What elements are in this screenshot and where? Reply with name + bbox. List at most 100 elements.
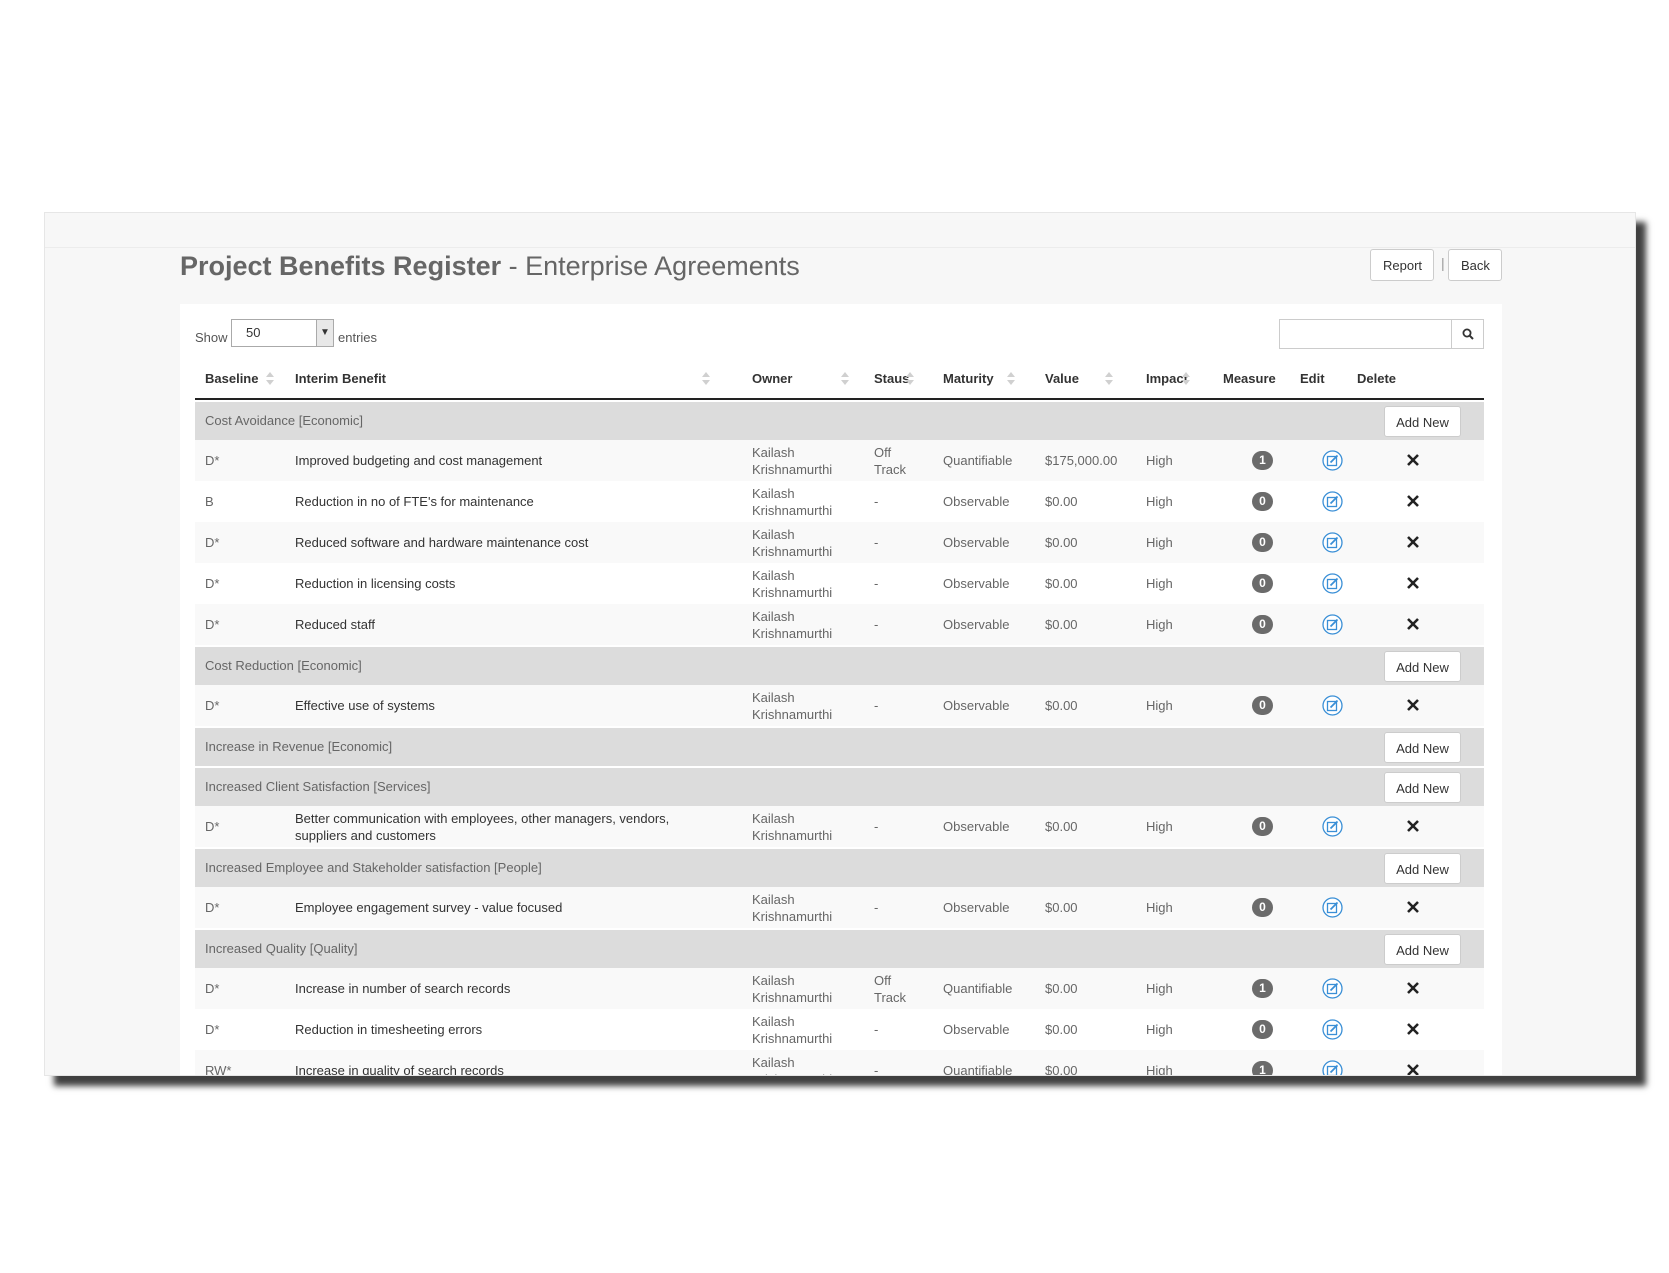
- benefits-table: Baseline Interim Benefit Owner Staus Mat…: [195, 360, 1484, 1076]
- measure-count-badge[interactable]: 0: [1252, 817, 1273, 836]
- edit-icon[interactable]: [1322, 816, 1343, 837]
- delete-x-icon[interactable]: [1405, 575, 1421, 591]
- table-row: D* Reduction in timesheeting errors Kailas…: [195, 1009, 1484, 1050]
- impact-cell: High: [1146, 576, 1173, 591]
- measure-count-badge[interactable]: 1: [1252, 979, 1273, 998]
- measure-count-badge[interactable]: 0: [1252, 574, 1273, 593]
- delete-x-icon[interactable]: [1405, 1062, 1421, 1076]
- delete-x-icon[interactable]: [1405, 493, 1421, 509]
- delete-x-icon[interactable]: [1405, 899, 1421, 915]
- measure-count-badge[interactable]: 0: [1252, 898, 1273, 917]
- back-button[interactable]: Back: [1448, 249, 1502, 281]
- col-header-status[interactable]: Staus: [874, 360, 909, 398]
- add-new-button[interactable]: Add New: [1384, 651, 1461, 682]
- table-row: D* Effective use of systems Kailash Krishn…: [195, 685, 1484, 726]
- add-new-button[interactable]: Add New: [1384, 732, 1461, 763]
- impact-cell: High: [1146, 535, 1173, 550]
- chevron-down-icon[interactable]: ▼: [316, 320, 333, 346]
- maturity-cell: Observable: [943, 698, 1010, 713]
- delete-x-icon[interactable]: [1405, 697, 1421, 713]
- col-header-owner[interactable]: Owner: [752, 360, 792, 398]
- baseline-cell: D*: [205, 535, 220, 550]
- delete-x-icon[interactable]: [1405, 452, 1421, 468]
- status-cell: -: [874, 900, 879, 915]
- measure-count-badge[interactable]: 0: [1252, 696, 1273, 715]
- page-length-value: 50: [246, 325, 261, 340]
- interim-benefit-cell: Reduction in licensing costs: [295, 576, 456, 591]
- col-header-maturity[interactable]: Maturity: [943, 360, 994, 398]
- status-cell: -: [874, 1063, 879, 1076]
- add-new-button[interactable]: Add New: [1384, 406, 1461, 437]
- delete-x-icon[interactable]: [1405, 1021, 1421, 1037]
- impact-cell: High: [1146, 698, 1173, 713]
- value-cell: $0.00: [1045, 819, 1078, 834]
- status-cell: -: [874, 535, 879, 550]
- owner-cell: Kailash Krishnamurthi: [752, 609, 833, 641]
- impact-cell: High: [1146, 900, 1173, 915]
- col-header-interim-benefit[interactable]: Interim Benefit: [295, 360, 386, 398]
- baseline-cell: D*: [205, 698, 220, 713]
- sort-icon[interactable]: [1105, 372, 1113, 386]
- interim-benefit-cell: Reduction in timesheeting errors: [295, 1022, 483, 1037]
- measure-count-badge[interactable]: 0: [1252, 1020, 1273, 1039]
- delete-x-icon[interactable]: [1405, 534, 1421, 550]
- impact-cell: High: [1146, 819, 1173, 834]
- delete-x-icon[interactable]: [1405, 616, 1421, 632]
- search-button[interactable]: [1451, 319, 1484, 349]
- status-cell: -: [874, 576, 879, 591]
- baseline-cell: D*: [205, 819, 220, 834]
- col-header-delete: Delete: [1357, 371, 1397, 386]
- search-input[interactable]: [1279, 319, 1452, 349]
- sort-icon[interactable]: [266, 372, 274, 386]
- sort-icon[interactable]: [906, 372, 914, 386]
- maturity-cell: Quantifiable: [943, 1063, 1013, 1076]
- top-bar: [45, 213, 1635, 248]
- measure-count-badge[interactable]: 0: [1252, 615, 1273, 634]
- owner-cell: Kailash Krishnamurthi: [752, 1055, 832, 1075]
- sort-icon[interactable]: [1182, 372, 1190, 386]
- edit-icon[interactable]: [1322, 491, 1343, 512]
- group-row: Increased Quality [Quality] Add New: [195, 930, 1484, 968]
- sort-icon[interactable]: [702, 372, 710, 386]
- maturity-cell: Observable: [943, 1022, 1010, 1037]
- edit-icon[interactable]: [1322, 614, 1343, 635]
- col-header-baseline[interactable]: Baseline: [205, 360, 258, 398]
- measure-count-badge[interactable]: 1: [1252, 1061, 1273, 1075]
- measure-count-badge[interactable]: 0: [1252, 533, 1273, 552]
- edit-icon[interactable]: [1322, 897, 1343, 918]
- status-cell: -: [874, 819, 879, 834]
- maturity-cell: Quantifiable: [943, 981, 1013, 996]
- edit-icon[interactable]: [1322, 1060, 1343, 1076]
- add-new-button[interactable]: Add New: [1384, 934, 1461, 965]
- sort-icon[interactable]: [1007, 372, 1015, 386]
- value-cell: $0.00: [1045, 698, 1078, 713]
- page-title: Project Benefits Register - Enterprise A…: [180, 251, 800, 282]
- add-new-button[interactable]: Add New: [1384, 853, 1461, 884]
- baseline-cell: D*: [205, 617, 220, 632]
- page-length-select[interactable]: 50 ▼: [231, 319, 334, 347]
- add-new-button[interactable]: Add New: [1384, 772, 1461, 803]
- value-cell: $0.00: [1045, 617, 1078, 632]
- edit-icon[interactable]: [1322, 532, 1343, 553]
- measure-count-badge[interactable]: 1: [1252, 451, 1273, 470]
- impact-cell: High: [1146, 1022, 1173, 1037]
- report-button[interactable]: Report: [1370, 249, 1434, 281]
- measure-count-badge[interactable]: 0: [1252, 492, 1273, 511]
- maturity-cell: Observable: [943, 494, 1010, 509]
- edit-icon[interactable]: [1322, 978, 1343, 999]
- col-header-value[interactable]: Value: [1045, 360, 1079, 398]
- owner-cell: Kailash Krishnamurthi: [752, 527, 833, 559]
- sort-icon[interactable]: [841, 372, 849, 386]
- edit-icon[interactable]: [1322, 1019, 1343, 1040]
- edit-icon[interactable]: [1322, 573, 1343, 594]
- baseline-cell: B: [205, 494, 214, 509]
- group-name: Increased Quality [Quality]: [205, 941, 358, 956]
- edit-icon[interactable]: [1322, 450, 1343, 471]
- delete-x-icon[interactable]: [1405, 980, 1421, 996]
- interim-benefit-cell: Effective use of systems: [295, 698, 435, 713]
- interim-benefit-cell: Reduced software and hardware maintenanc…: [295, 535, 589, 550]
- edit-icon[interactable]: [1322, 695, 1343, 716]
- interim-benefit-cell: Increase in quality of search records: [295, 1063, 504, 1076]
- value-cell: $0.00: [1045, 1022, 1078, 1037]
- delete-x-icon[interactable]: [1405, 818, 1421, 834]
